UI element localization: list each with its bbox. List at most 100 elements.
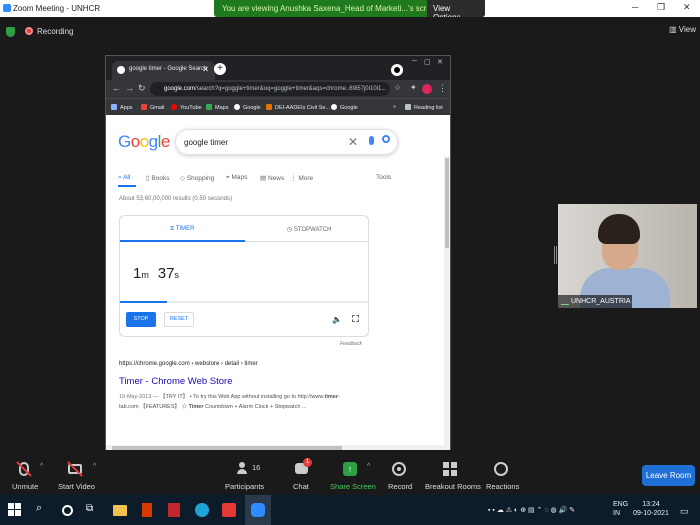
- tab-all[interactable]: ⌕ All: [118, 174, 130, 182]
- file-explorer-icon[interactable]: [113, 505, 127, 516]
- forward-icon[interactable]: →: [125, 83, 134, 93]
- tray-app-icons[interactable]: ▪ ▪ ☁ ⚠ ◐ ⊕ ▤ ⌃ ◌ ◍ 🔊 ✎: [488, 506, 575, 514]
- tab-timer[interactable]: ⧖ TIMER: [170, 226, 194, 233]
- timer-display[interactable]: 1m 37s: [133, 265, 179, 283]
- bookmark-dei[interactable]: DEI-AADEIs Civil Se...: [266, 104, 330, 111]
- reload-icon[interactable]: ↻: [138, 83, 146, 94]
- recording-label: Recording: [37, 27, 74, 36]
- stop-button[interactable]: STOP: [126, 312, 156, 327]
- view-options-button[interactable]: View Options ⌄: [427, 0, 485, 17]
- result-title-link[interactable]: Timer - Chrome Web Store: [119, 376, 233, 387]
- maximize-icon[interactable]: ▢: [424, 58, 431, 66]
- cortana-icon[interactable]: [62, 505, 73, 516]
- tab-maps[interactable]: ⌖ Maps: [226, 174, 247, 182]
- windows-taskbar: ⌕ ⧉ ▪ ▪ ☁ ⚠ ◐ ⊕ ▤ ⌃ ◌ ◍ 🔊 ✎ ENG IN 13:24 0…: [0, 495, 700, 525]
- bookmark-star-icon[interactable]: ☆: [394, 83, 401, 92]
- maximize-icon[interactable]: ❐: [657, 2, 665, 13]
- profile-extension-icon[interactable]: [391, 64, 403, 76]
- result-stats: About 53,60,00,000 results (0.50 seconds…: [119, 196, 233, 202]
- timer-progress-bar: [120, 301, 368, 303]
- chevron-up-icon[interactable]: ^: [40, 463, 43, 470]
- leave-room-button[interactable]: Leave Room: [642, 465, 695, 486]
- reading-list[interactable]: Reading list: [405, 104, 443, 111]
- extensions-icon[interactable]: ✦: [410, 83, 417, 92]
- shield-icon[interactable]: [6, 27, 15, 37]
- search-icon[interactable]: [382, 135, 390, 143]
- app-icon[interactable]: [168, 503, 180, 517]
- signal-icon: [561, 298, 569, 305]
- clock[interactable]: 13:24 09-10-2021: [632, 500, 670, 518]
- bookmark-maps[interactable]: Maps: [206, 104, 228, 111]
- url-domain: google.com: [164, 86, 196, 92]
- search-input[interactable]: google timer ✕: [175, 129, 398, 155]
- zoom-toolbar: ^ Unmute ^ Start Video 16 Participants 1…: [0, 450, 700, 495]
- bookmarks-overflow-icon[interactable]: »: [393, 104, 396, 110]
- menu-kebab-icon[interactable]: ⋮: [438, 83, 447, 94]
- viewing-banner: You are viewing Anushka Saxena_Head of M…: [214, 0, 485, 17]
- participants-count: 16: [252, 463, 261, 472]
- tab-more[interactable]: ⋮ More: [290, 174, 313, 182]
- breakout-rooms-icon: [443, 462, 457, 476]
- chevron-up-icon[interactable]: ^: [93, 463, 96, 470]
- drag-handle[interactable]: [554, 246, 557, 264]
- smiley-icon: [494, 462, 508, 476]
- profile-avatar-icon[interactable]: [422, 84, 432, 94]
- back-icon[interactable]: ←: [112, 83, 121, 93]
- result-snippet: 19-May-2013 — 【TRY IT】 • To try this Web…: [119, 394, 340, 410]
- close-icon[interactable]: ✕: [683, 2, 691, 13]
- app-icon[interactable]: [222, 503, 236, 517]
- record-icon: [392, 462, 406, 476]
- zoom-logo-icon: [3, 4, 11, 12]
- browser-toolbar: ← → ↻ google.com/search?q=goggle+timer&o…: [106, 80, 450, 98]
- volume-icon[interactable]: 🔈: [332, 315, 342, 324]
- tab-shopping[interactable]: ◇ Shopping: [180, 174, 214, 182]
- active-timer-tab-indicator: [120, 240, 245, 242]
- task-view-icon[interactable]: ⧉: [86, 503, 100, 517]
- edge-icon[interactable]: [195, 503, 209, 517]
- reset-button[interactable]: RESET: [164, 312, 194, 327]
- microphone-icon[interactable]: [369, 136, 374, 145]
- chevron-up-icon[interactable]: ^: [367, 463, 370, 470]
- clear-icon[interactable]: ✕: [348, 135, 358, 149]
- address-bar[interactable]: google.com/search?q=goggle+timer&oq=gogg…: [150, 82, 390, 96]
- grid-icon: ▥: [669, 25, 677, 34]
- search-icon[interactable]: ⌕: [36, 502, 50, 516]
- tools-button[interactable]: Tools: [376, 174, 391, 181]
- feedback-link[interactable]: Feedback: [340, 341, 362, 347]
- result-url[interactable]: https://chrome.google.com › webstore › d…: [119, 361, 258, 367]
- recording-icon: [25, 27, 33, 35]
- participant-nameplate: UNHCR_AUSTRIA: [558, 295, 632, 308]
- active-tab-indicator: [118, 185, 136, 187]
- url-path: /search?q=goggle+timer&oq=goggle+timer&a…: [195, 86, 387, 92]
- close-tab-icon[interactable]: ✕: [202, 65, 209, 74]
- google-favicon-icon: [117, 66, 125, 74]
- office-icon[interactable]: [142, 503, 152, 517]
- fullscreen-icon[interactable]: [352, 315, 359, 322]
- input-language[interactable]: ENG IN: [613, 500, 628, 518]
- shared-browser-window: google timer - Google Search ✕ + ─ ▢ ✕ ←…: [105, 55, 451, 457]
- bookmark-google-2[interactable]: Google: [331, 104, 358, 111]
- bookmark-youtube[interactable]: YouTube: [171, 104, 202, 111]
- participant-video-tile[interactable]: UNHCR_AUSTRIA: [558, 204, 697, 308]
- bookmark-gmail[interactable]: Gmail: [141, 104, 164, 111]
- windows-start-icon[interactable]: [8, 503, 22, 517]
- zoom-taskbar-button[interactable]: [245, 495, 271, 525]
- tab-stopwatch[interactable]: ◷ STOPWATCH: [287, 226, 331, 233]
- bookmark-apps[interactable]: Apps: [111, 104, 133, 111]
- bookmark-google[interactable]: Google: [234, 104, 261, 111]
- google-results-page: Google google timer ✕ ⌕ All ▯ Books ◇ Sh…: [106, 115, 446, 456]
- tab-news[interactable]: ▤ News: [260, 174, 284, 182]
- google-logo[interactable]: Google: [118, 132, 170, 152]
- timer-progress-fill: [120, 301, 168, 303]
- new-tab-button[interactable]: +: [214, 63, 226, 75]
- viewing-banner-text: You are viewing Anushka Saxena_Head of M…: [222, 4, 440, 13]
- view-button[interactable]: ▥ View: [669, 25, 696, 34]
- vertical-scrollbar[interactable]: [444, 156, 450, 456]
- minimize-icon[interactable]: ─: [412, 58, 417, 65]
- notifications-icon[interactable]: ▭: [680, 506, 689, 517]
- minimize-icon[interactable]: ─: [632, 2, 638, 12]
- tab-books[interactable]: ▯ Books: [146, 174, 169, 182]
- browser-tab[interactable]: google timer - Google Search ✕: [112, 61, 215, 80]
- bookmarks-bar: Apps Gmail YouTube Maps Google DEI-AADEI…: [106, 98, 450, 115]
- close-icon[interactable]: ✕: [437, 58, 443, 66]
